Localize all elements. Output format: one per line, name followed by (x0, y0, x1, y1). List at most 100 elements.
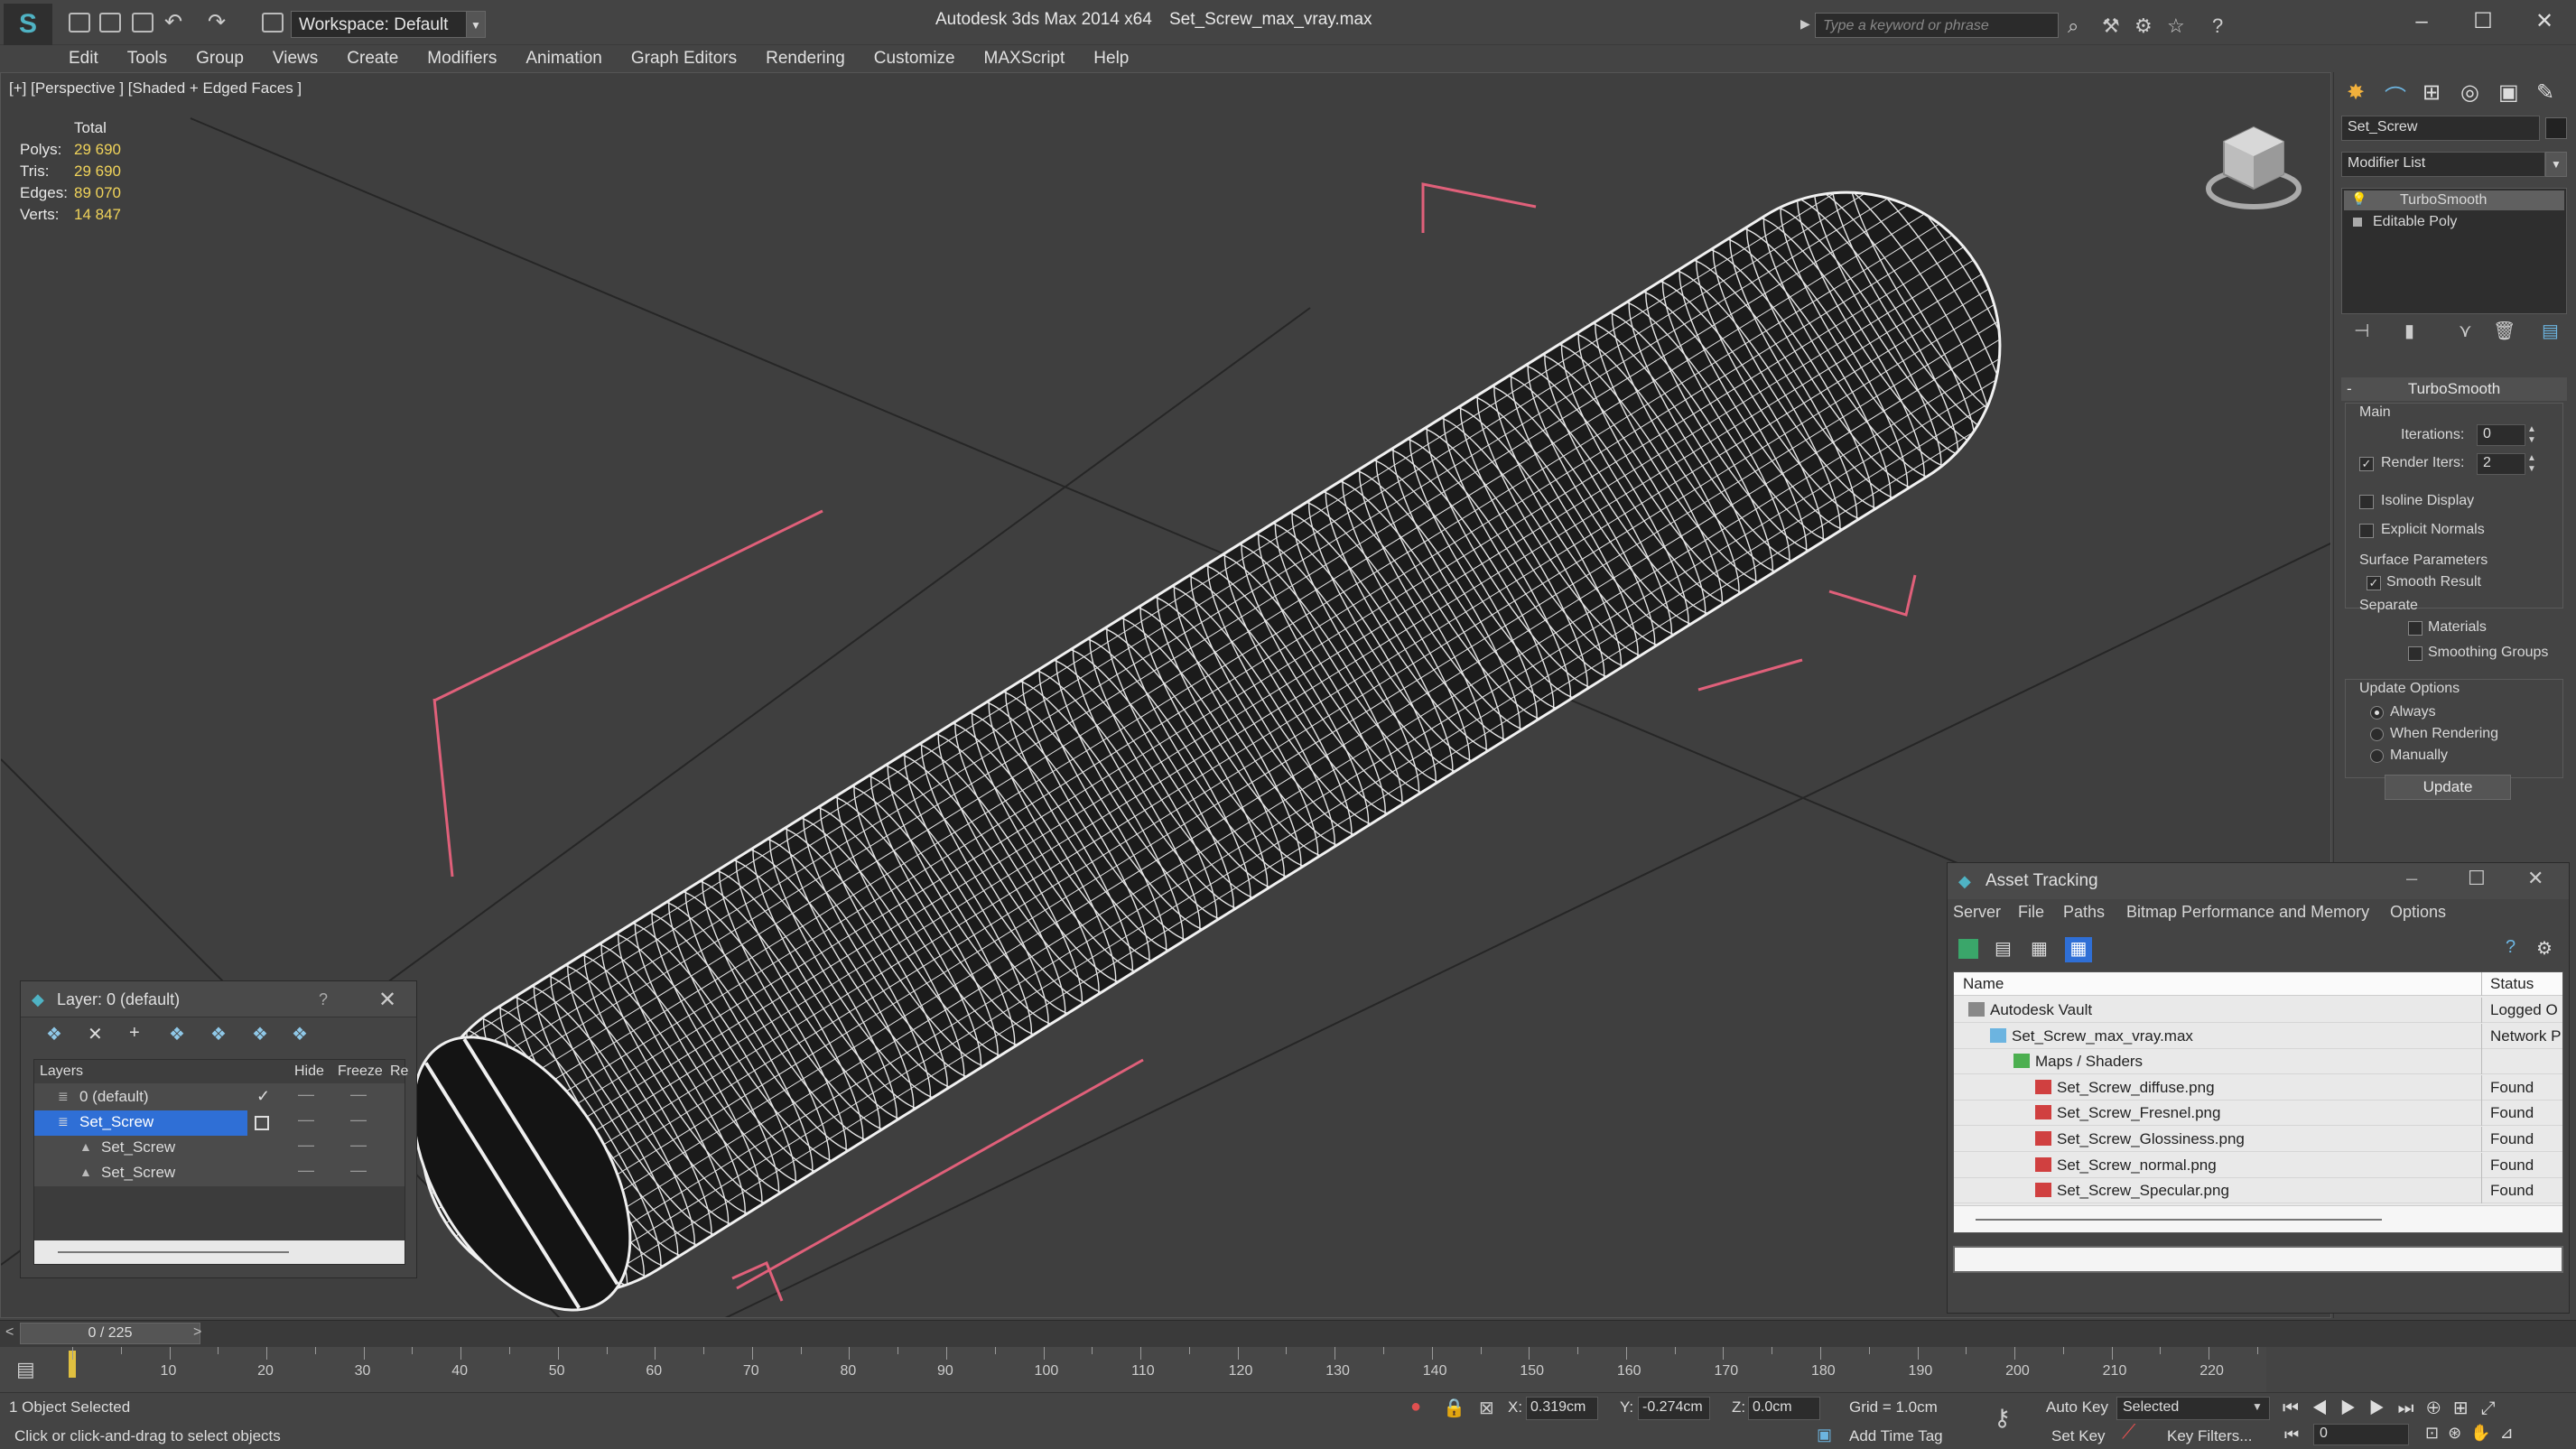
layer-row[interactable]: ≣ Set_Screw ― ― (34, 1110, 405, 1136)
freeze-column[interactable]: Freeze (338, 1064, 383, 1080)
new-file-icon[interactable] (69, 13, 90, 33)
go-to-end-icon[interactable]: ⏭ (2398, 1398, 2427, 1418)
always-radio[interactable] (2370, 706, 2384, 720)
key-mode-toggle-icon[interactable]: ⏮ (2284, 1426, 2299, 1444)
tree-view-icon[interactable]: ▦ (2031, 937, 2048, 960)
menu-maxscript[interactable]: MAXScript (970, 45, 1080, 72)
track-bar[interactable]: ▤ 10 20 30 40 50 60 70 80 90 100 110 120 130 140 150 16… (0, 1347, 2266, 1392)
open-file-icon[interactable] (99, 13, 121, 33)
menu-animation[interactable]: Animation (511, 45, 617, 72)
frame-counter[interactable]: 0 / 225 (20, 1323, 200, 1344)
new-layer-icon[interactable]: ❖ (46, 1023, 62, 1045)
viewcube[interactable] (2204, 118, 2303, 218)
hide-toggle[interactable]: ― (298, 1110, 314, 1129)
menu-group[interactable]: Group (181, 45, 258, 72)
search-input[interactable]: Type a keyword or phrase (1815, 13, 2059, 38)
render-iters-spinner[interactable]: ▲ ▼ (2527, 453, 2536, 475)
horizontal-scrollbar[interactable] (1954, 1205, 2562, 1232)
field-of-view-icon[interactable]: ⊿ (2500, 1424, 2523, 1442)
stack-item-editable-poly[interactable]: Editable Poly (2344, 212, 2564, 232)
workspace-dropdown[interactable]: Workspace: Default (291, 11, 471, 38)
display-tab-icon[interactable]: ▣ (2498, 79, 2519, 106)
close-icon[interactable]: ✕ (2519, 5, 2570, 38)
set-screw-mesh[interactable] (361, 131, 2060, 1318)
hide-toggle[interactable]: ― (298, 1161, 314, 1180)
scrollbar-thumb[interactable] (1976, 1219, 2382, 1221)
isolate-icon[interactable]: ● (1410, 1397, 1421, 1417)
when-rendering-radio[interactable] (2370, 728, 2384, 741)
app-logo-icon[interactable]: S (4, 4, 52, 45)
help-button[interactable]: ? (319, 990, 328, 1009)
turbosmooth-rollout-title[interactable]: - TurboSmooth (2341, 377, 2567, 401)
maximize-icon[interactable]: ☐ (2458, 5, 2508, 38)
menu-bitmap-performance[interactable]: Bitmap Performance and Memory (2126, 903, 2369, 922)
layer-dialog-titlebar[interactable]: ◆ Layer: 0 (default) ? ✕ (21, 981, 416, 1017)
menu-modifiers[interactable]: Modifiers (413, 45, 511, 72)
help-icon[interactable]: ? (2212, 14, 2223, 38)
layer-row[interactable]: ≣ 0 (default) ✓ ― ― (34, 1085, 405, 1110)
maximize-icon[interactable]: ☐ (2468, 867, 2486, 890)
play-icon[interactable]: ▶ (2340, 1398, 2369, 1418)
binoculars-icon[interactable]: ⌕ (2068, 14, 2078, 38)
hide-toggle[interactable]: ― (298, 1085, 314, 1104)
isoline-display-checkbox[interactable] (2359, 495, 2374, 509)
scrollbar-thumb[interactable] (58, 1251, 289, 1253)
add-time-tag[interactable]: Add Time Tag (1849, 1427, 1943, 1445)
minimize-icon[interactable]: – (2396, 5, 2447, 38)
asset-row[interactable]: Autodesk Vault Logged O (1954, 998, 2562, 1023)
pin-stack-icon[interactable]: ⊣ (2354, 320, 2369, 342)
hide-toggle[interactable]: ― (298, 1136, 314, 1155)
select-objects-icon[interactable]: ❖ (169, 1023, 185, 1045)
go-to-start-icon[interactable]: ⏮ (2283, 1398, 2311, 1418)
absolute-mode-icon[interactable]: ⊠ (1479, 1397, 1494, 1419)
layer-row[interactable]: ▲ Set_Screw ― ― (34, 1136, 405, 1161)
menu-help[interactable]: Help (1079, 45, 1143, 72)
asset-row[interactable]: Maps / Shaders (1954, 1049, 2562, 1075)
render-iters-checkbox[interactable]: ✓ (2359, 457, 2374, 471)
key-filters-button[interactable]: Key Filters... (2167, 1427, 2252, 1445)
key-set-dropdown[interactable]: Selected (2116, 1397, 2270, 1420)
configure-sets-icon[interactable]: ▤ (2542, 320, 2559, 342)
utilities-tab-icon[interactable]: ✎ (2536, 79, 2554, 106)
menu-edit[interactable]: Edit (54, 45, 113, 72)
next-frame-icon[interactable]: > (193, 1324, 201, 1341)
menu-tools[interactable]: Tools (113, 45, 181, 72)
object-name-field[interactable]: Set_Screw (2341, 116, 2540, 141)
smooth-result-checkbox[interactable]: ✓ (2367, 576, 2381, 590)
favorites-star-icon[interactable]: ☆ (2167, 14, 2185, 38)
redo-icon[interactable]: ↷ (208, 9, 226, 35)
layer-row[interactable]: ▲ Set_Screw ― ― (34, 1161, 405, 1186)
freeze-all-icon[interactable]: ❖ (292, 1023, 308, 1045)
render-column[interactable]: Re (390, 1064, 408, 1080)
manually-radio[interactable] (2370, 749, 2384, 763)
modifier-list-dropdown[interactable]: Modifier List (2341, 152, 2545, 177)
freeze-toggle[interactable]: ― (350, 1161, 367, 1180)
project-folder-icon[interactable] (262, 13, 284, 33)
menu-rendering[interactable]: Rendering (751, 45, 860, 72)
menu-server[interactable]: Server (1953, 903, 2001, 922)
time-slider[interactable]: < 0 / 225 > (0, 1320, 2576, 1347)
freeze-toggle[interactable]: ― (350, 1136, 367, 1155)
close-icon[interactable]: ✕ (378, 987, 396, 1013)
asset-path-field[interactable] (1953, 1246, 2563, 1273)
subscription-icon[interactable]: ⚒ (2102, 14, 2120, 38)
materials-checkbox[interactable] (2408, 621, 2423, 636)
zoom-icon[interactable]: ⊕ (2427, 1398, 2453, 1418)
motion-tab-icon[interactable]: ◎ (2460, 79, 2479, 106)
explicit-normals-checkbox[interactable] (2359, 524, 2374, 538)
prev-key-icon[interactable]: ◀ (2311, 1398, 2340, 1418)
set-key-icon[interactable]: ⚷ (1994, 1404, 2011, 1432)
freeze-toggle[interactable]: ― (350, 1110, 367, 1129)
delete-layer-icon[interactable]: ✕ (88, 1023, 103, 1045)
x-coordinate-field[interactable]: 0.319cm (1526, 1397, 1598, 1420)
horizontal-scrollbar[interactable] (34, 1240, 405, 1264)
table-view-icon[interactable]: ▦ (2065, 937, 2092, 962)
chevron-down-icon[interactable]: ▼ (2545, 152, 2567, 177)
render-iters-input[interactable]: 2 (2477, 453, 2525, 475)
menu-options[interactable]: Options (2390, 903, 2446, 922)
layers-column[interactable]: Layers (40, 1064, 83, 1080)
next-key-icon[interactable]: ▶ (2369, 1398, 2398, 1418)
save-file-icon[interactable] (132, 13, 153, 33)
refresh-icon[interactable] (1958, 939, 1978, 959)
chevron-down-icon[interactable]: ▼ (2252, 1400, 2263, 1413)
